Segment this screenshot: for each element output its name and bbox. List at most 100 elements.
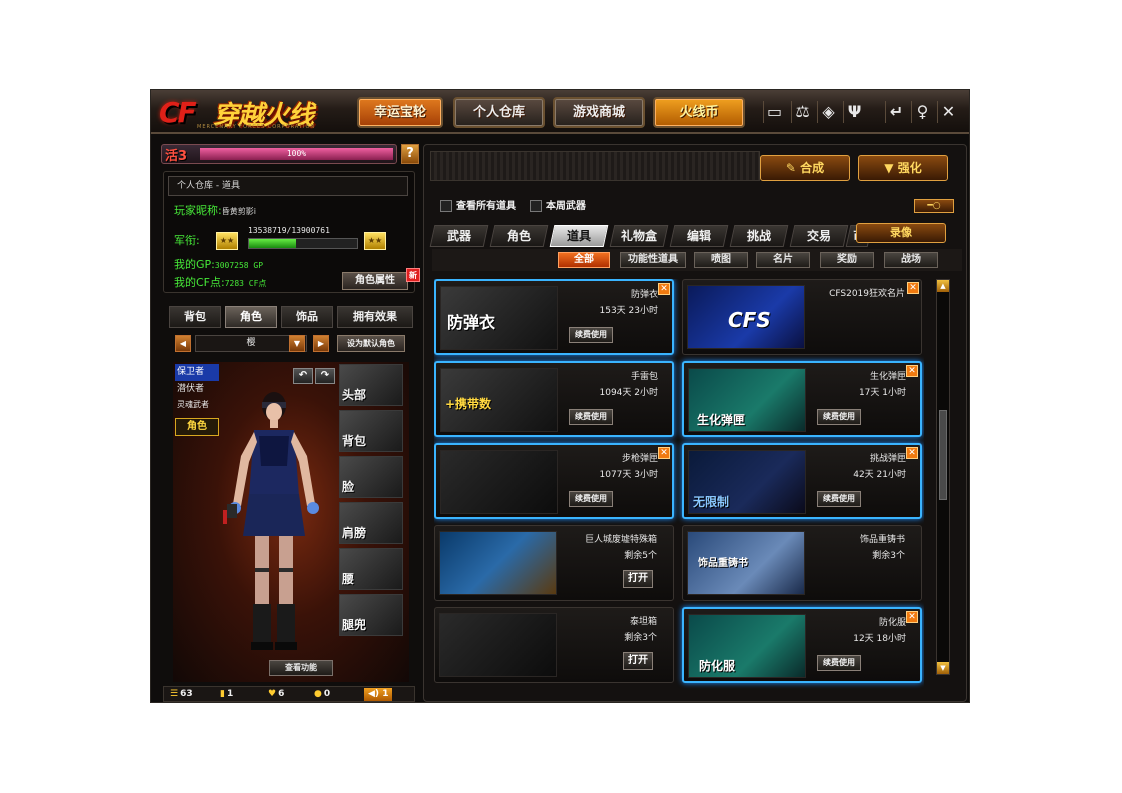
subtab-functional[interactable]: 功能性道具 [620, 252, 686, 268]
help-button[interactable]: ? [401, 144, 419, 164]
slot-head[interactable]: 头部 [339, 364, 403, 406]
logo-subtitle: MERCENARY FORCES CORPORATION [197, 124, 316, 130]
item-duration: 剩余3个 [624, 633, 657, 643]
prev-role-button[interactable]: ◀ [175, 335, 191, 352]
item-scrollbar[interactable]: ▲ ▼ [936, 279, 950, 675]
tab-effects[interactable]: 拥有效果 [337, 306, 413, 328]
status-bar: ☰ 63 ▮ 1 ♥ 6 ● 0 ◀) 1 [163, 686, 415, 702]
item-card[interactable]: 无限制 挑战弹匣 42天 21小时 续费使用 ✕ [682, 443, 922, 519]
nav-personal-storage[interactable]: 个人仓库 [453, 97, 545, 128]
role-item-guardian[interactable]: 保卫者 [175, 364, 219, 381]
close-icon[interactable]: ✕ [907, 282, 919, 294]
item-thumbnail [440, 450, 558, 514]
item-card[interactable]: 饰品重铸书 饰品重铸书 剩余3个 [682, 525, 922, 601]
close-icon[interactable]: ✕ [658, 447, 670, 459]
trophy-icon[interactable]: Ψ [843, 101, 865, 123]
close-icon[interactable]: ✕ [906, 611, 918, 623]
subtab-card[interactable]: 名片 [756, 252, 810, 268]
item-duration: 153天 23小时 [599, 306, 659, 316]
chat-status[interactable]: ● 0 [314, 688, 330, 701]
tab-gift-box[interactable]: 礼物盒 [609, 225, 669, 247]
role-item-soul-warrior[interactable]: 灵魂武者 [175, 398, 219, 411]
next-role-button[interactable]: ▶ [313, 335, 329, 352]
speaker-status[interactable]: ◀) 1 [364, 688, 393, 701]
rotate-left-icon[interactable]: ↶ [293, 368, 313, 384]
character-preview: 保卫者 潜伏者 灵魂武者 角色 ↶ ↷ 头部 背包 脸 肩膀 腰 腿兜 查看功能 [173, 362, 409, 682]
tab-roles[interactable]: 角色 [489, 225, 549, 247]
subtab-reward[interactable]: 奖励 [820, 252, 874, 268]
open-button[interactable]: 打开 [623, 570, 653, 588]
role-attributes-button[interactable]: 角色属性 [342, 272, 408, 290]
tab-edit[interactable]: 编辑 [669, 225, 729, 247]
view-function-button[interactable]: 查看功能 [269, 660, 333, 676]
item-card[interactable]: 防化服 防化服 12天 18小时 续费使用 ✕ [682, 607, 922, 683]
item-card[interactable]: 泰坦箱 剩余3个 打开 [434, 607, 674, 683]
item-card[interactable]: +携带数 手雷包 1094天 2小时 续费使用 [434, 361, 674, 437]
renew-use-button[interactable]: 续费使用 [569, 327, 613, 343]
nav-game-mall[interactable]: 游戏商城 [553, 97, 645, 128]
slot-face[interactable]: 脸 [339, 456, 403, 498]
tab-role[interactable]: 角色 [225, 306, 277, 328]
tab-trade[interactable]: 交易 [789, 225, 849, 247]
slot-waist[interactable]: 腰 [339, 548, 403, 590]
subtab-battlefield[interactable]: 战场 [884, 252, 938, 268]
nav-lucky-wheel[interactable]: 幸运宝轮 [357, 97, 443, 128]
subtab-all[interactable]: 全部 [558, 252, 610, 268]
key-icon[interactable]: ━○ [914, 199, 954, 213]
item-card[interactable]: 防弹衣 防弹衣 153天 23小时 续费使用 ✕ [434, 279, 674, 355]
slot-backpack[interactable]: 背包 [339, 410, 403, 452]
renew-use-button[interactable]: 续费使用 [817, 655, 861, 671]
item-name: 防弹衣 [630, 290, 658, 300]
back-icon[interactable]: ↵ [885, 101, 907, 123]
scroll-down-icon[interactable]: ▼ [937, 662, 949, 674]
renew-use-button[interactable]: 续费使用 [569, 409, 613, 425]
item-duration: 1094天 2小时 [599, 388, 659, 398]
tab-weapons[interactable]: 武器 [429, 225, 489, 247]
shield-icon[interactable]: ◈ [817, 101, 839, 123]
tab-accessory[interactable]: 饰品 [281, 306, 333, 328]
rotate-right-icon[interactable]: ↷ [315, 368, 335, 384]
character-figure [223, 392, 319, 650]
dropdown-icon[interactable]: ▼ [289, 335, 305, 352]
scroll-thumb[interactable] [939, 410, 947, 500]
set-default-role-button[interactable]: 设为默认角色 [337, 335, 405, 352]
item-card[interactable]: 巨人城废墟特殊箱 剩余5个 打开 [434, 525, 674, 601]
renew-use-button[interactable]: 续费使用 [817, 491, 861, 507]
renew-use-button[interactable]: 续费使用 [817, 409, 861, 425]
item-card[interactable]: CFS CFS2019狂欢名片 ✕ [682, 279, 922, 355]
close-icon[interactable]: ✕ [906, 365, 918, 377]
nav-fire-coin[interactable]: 火线币 [653, 97, 745, 128]
item-thumbnail: +携带数 [440, 368, 558, 432]
item-card[interactable]: 步枪弹匣 1077天 3小时 续费使用 ✕ [434, 443, 674, 519]
record-button[interactable]: 录像 [856, 223, 946, 243]
close-icon[interactable]: ✕ [658, 283, 670, 295]
close-icon[interactable]: ✕ [906, 447, 918, 459]
tab-props[interactable]: 道具 [549, 225, 609, 247]
renew-use-button[interactable]: 续费使用 [569, 491, 613, 507]
slot-head-label: 头部 [342, 388, 367, 402]
tab-challenge[interactable]: 挑战 [729, 225, 789, 247]
player-info-box: 个人仓库 - 道具 玩家昵称:昏黄剪影i 军衔: ★★ 13538719/139… [163, 171, 420, 293]
nickname-row: 玩家昵称:昏黄剪影i [174, 202, 256, 218]
slot-shoulder[interactable]: 肩膀 [339, 502, 403, 544]
scale-icon[interactable]: ⚖ [791, 101, 813, 123]
item-card[interactable]: 生化弹匣 生化弹匣 17天 1小时 续费使用 ✕ [682, 361, 922, 437]
subtab-spray[interactable]: 喷图 [694, 252, 748, 268]
left-panel: 活3 100% ? 个人仓库 - 道具 玩家昵称:昏黄剪影i 军衔: ★★ 13… [159, 144, 420, 702]
slot-leg-pouch[interactable]: 腿兜 [339, 594, 403, 636]
close-icon[interactable]: ✕ [937, 101, 959, 123]
tv-icon[interactable]: ▭ [763, 101, 785, 123]
weekly-weapon-checkbox[interactable] [529, 200, 542, 212]
open-button[interactable]: 打开 [623, 652, 653, 670]
pin-icon[interactable]: ♀ [911, 101, 933, 123]
clan-status[interactable]: ♥ 6 [268, 688, 284, 701]
scroll-up-icon[interactable]: ▲ [937, 280, 949, 292]
synthesize-button[interactable]: ✎ 合成 [760, 155, 850, 181]
chat-icon: ● [314, 689, 322, 699]
role-item-lurker[interactable]: 潜伏者 [175, 381, 219, 398]
list-status[interactable]: ☰ 63 [170, 688, 193, 701]
view-all-checkbox[interactable] [440, 200, 452, 212]
player-status[interactable]: ▮ 1 [220, 688, 233, 701]
enhance-button[interactable]: ▼ 强化 [858, 155, 948, 181]
tab-backpack[interactable]: 背包 [169, 306, 221, 328]
